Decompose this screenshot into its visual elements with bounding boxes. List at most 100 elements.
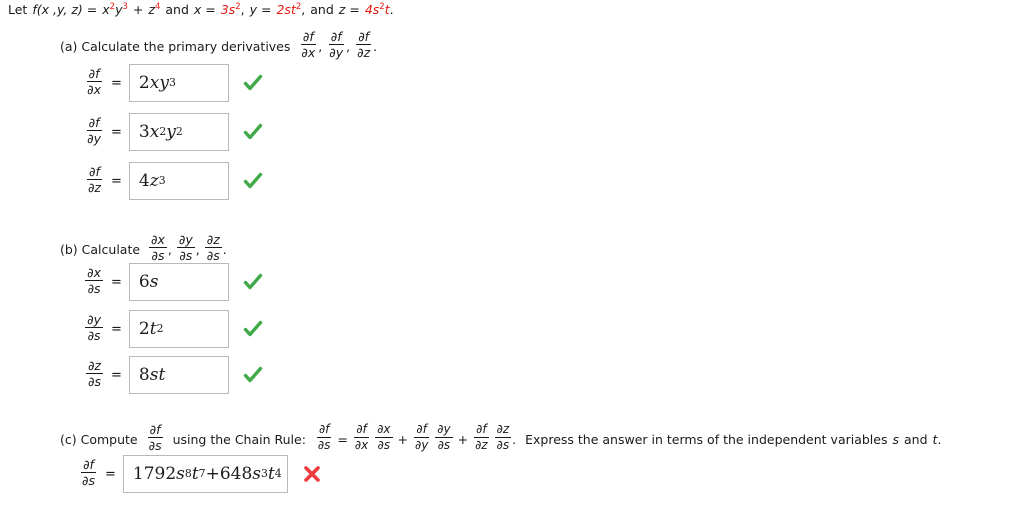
answer-coefficient: 2 (138, 319, 150, 339)
answer-input-df-ds[interactable]: 1792 s 8 t 7 +648 s 3 t 4 (122, 455, 288, 493)
row-label-df-dx: ∂f ∂x (66, 67, 104, 98)
x-label: x = (193, 2, 216, 17)
fraction-dx-ds: ∂x ∂s (85, 264, 103, 297)
answer-coefficient: 3 (138, 122, 150, 142)
answer-variable: st (149, 365, 166, 385)
part-a-target-0-sep: , (318, 38, 323, 54)
answer-input-df-dx[interactable]: 2 xy 3 (128, 64, 229, 102)
answer-term2-var-t: t (267, 464, 275, 484)
answer-row-df-ds: ∂f ∂s = 1792 s 8 t 7 +648 s 3 t 4 (60, 455, 323, 493)
chain-plus-2: + (457, 431, 469, 447)
function-plus: + (132, 2, 144, 17)
part-a-target-2-sep: . (373, 38, 378, 54)
fraction-df-ds: ∂f ∂s (81, 456, 96, 489)
answer-row-df-dy: ∂f ∂y = 3x2y2 (66, 113, 264, 151)
answer-variable-1: x (149, 122, 160, 142)
check-icon (242, 318, 264, 340)
answer-coefficient: 6 (138, 272, 150, 292)
fraction-df-dz: ∂f ∂z (87, 163, 102, 196)
answer-row-dx-ds: ∂x ∂s = 6s (66, 263, 264, 301)
part-b-header: (b) Calculate ∂x ∂s , ∂y ∂s , ∂z ∂s . (60, 231, 227, 264)
answer-row-dz-ds: ∂z ∂s = 8st (66, 356, 264, 394)
equals-sign: = (111, 367, 122, 383)
check-icon (242, 271, 264, 293)
answer-term2-coefficient: 648 (219, 464, 253, 484)
answer-coefficient: 2 (138, 73, 150, 93)
part-a-target-1: ∂f ∂y (328, 28, 344, 61)
part-a-target-1-sep: , (346, 38, 351, 54)
check-icon (242, 170, 264, 192)
fraction-dy-ds: ∂y ∂s (85, 311, 103, 344)
answer-variable-2: y (166, 122, 176, 142)
row-label-dy-ds: ∂y ∂s (66, 311, 104, 344)
answer-coefficient: 8 (138, 365, 150, 385)
y-label: y = (249, 2, 272, 17)
part-a-header: (a) Calculate the primary derivatives ∂f… (60, 28, 378, 61)
row-label-df-dy: ∂f ∂y (66, 114, 104, 147)
fraction-dz-ds: ∂z ∂s (85, 357, 103, 390)
check-icon (242, 72, 264, 94)
answer-plus-sign: + (205, 464, 220, 484)
answer-input-dy-ds[interactable]: 2t2 (128, 310, 229, 348)
row-label-dx-ds: ∂x ∂s (66, 264, 104, 297)
answer-variable: t (149, 319, 157, 339)
part-c-label-and: and (904, 431, 928, 447)
row-label-df-dz: ∂f ∂z (66, 163, 104, 196)
equals-sign: = (111, 173, 122, 189)
part-c-header: (c) Compute ∂f ∂s using the Chain Rule: … (60, 421, 942, 454)
answer-input-dx-ds[interactable]: 6s (128, 263, 229, 301)
statement-and-2: and (310, 2, 334, 17)
statement-lead: Let (8, 2, 28, 17)
answer-term1-var-t: t (191, 464, 199, 484)
function-exp-3: 4 (154, 1, 161, 12)
function-base-1: x (102, 2, 110, 17)
row-label-dz-ds: ∂z ∂s (66, 357, 104, 390)
answer-row-df-dx: ∂f ∂x = 2 xy 3 (66, 64, 264, 102)
part-a-label: (a) Calculate the primary derivatives (60, 38, 291, 54)
equals-sign: = (111, 274, 122, 290)
y-value-coef: 2st (276, 2, 296, 17)
problem-statement: Let f(x ,y, z) = x2y3 + z4 and x = 3s2, y = 2st2,… (8, 2, 394, 17)
z-value-coef: 4s (364, 2, 380, 17)
part-b-target-2-sep: . (222, 241, 227, 257)
part-b-label: (b) Calculate (60, 241, 141, 257)
chain-term1b: ∂x ∂s (375, 422, 393, 453)
part-c-period: . (937, 431, 942, 447)
x-comma: , (240, 2, 245, 17)
part-c-label-mid: using the Chain Rule: (172, 431, 306, 447)
answer-term1-coefficient: 1792 (132, 464, 177, 484)
part-a-target-2: ∂f ∂z (356, 28, 372, 61)
answer-row-dy-ds: ∂y ∂s = 2t2 (66, 310, 264, 348)
independent-var-s: s (892, 431, 899, 447)
chain-plus-1: + (397, 431, 408, 447)
function-label: f(x ,y, z) = (32, 2, 98, 17)
z-label: z = (338, 2, 360, 17)
part-c-target: ∂f ∂s (147, 421, 163, 454)
statement-and-1: and (165, 2, 189, 17)
chain-term2a: ∂f ∂y (414, 422, 429, 453)
answer-input-df-dz[interactable]: 4z3 (128, 162, 229, 200)
answer-input-dz-ds[interactable]: 8st (128, 356, 229, 394)
chain-term2b: ∂y ∂s (435, 422, 453, 453)
chain-term1a: ∂f ∂x (354, 422, 369, 453)
answer-row-df-dz: ∂f ∂z = 4z3 (66, 162, 264, 200)
chain-equals: = (337, 431, 348, 447)
statement-period: . (389, 2, 394, 17)
part-b-target-0: ∂x ∂s (149, 231, 167, 264)
answer-input-df-dy[interactable]: 3x2y2 (128, 113, 229, 151)
check-icon (242, 364, 264, 386)
equals-sign: = (111, 321, 122, 337)
row-label-df-ds: ∂f ∂s (60, 456, 98, 489)
answer-variable: z (149, 171, 159, 191)
chain-period: . (512, 431, 517, 447)
part-b-target-1-sep: , (195, 241, 200, 257)
y-comma: , (301, 2, 306, 17)
chain-term3b: ∂z ∂s (494, 422, 512, 453)
equals-sign: = (111, 124, 122, 140)
equals-sign: = (105, 466, 116, 482)
cross-icon (301, 463, 323, 485)
part-b-target-2: ∂z ∂s (204, 231, 222, 264)
fraction-df-dy: ∂f ∂y (86, 114, 102, 147)
part-c-label-lead: (c) Compute (60, 431, 138, 447)
equals-sign: = (111, 75, 122, 91)
